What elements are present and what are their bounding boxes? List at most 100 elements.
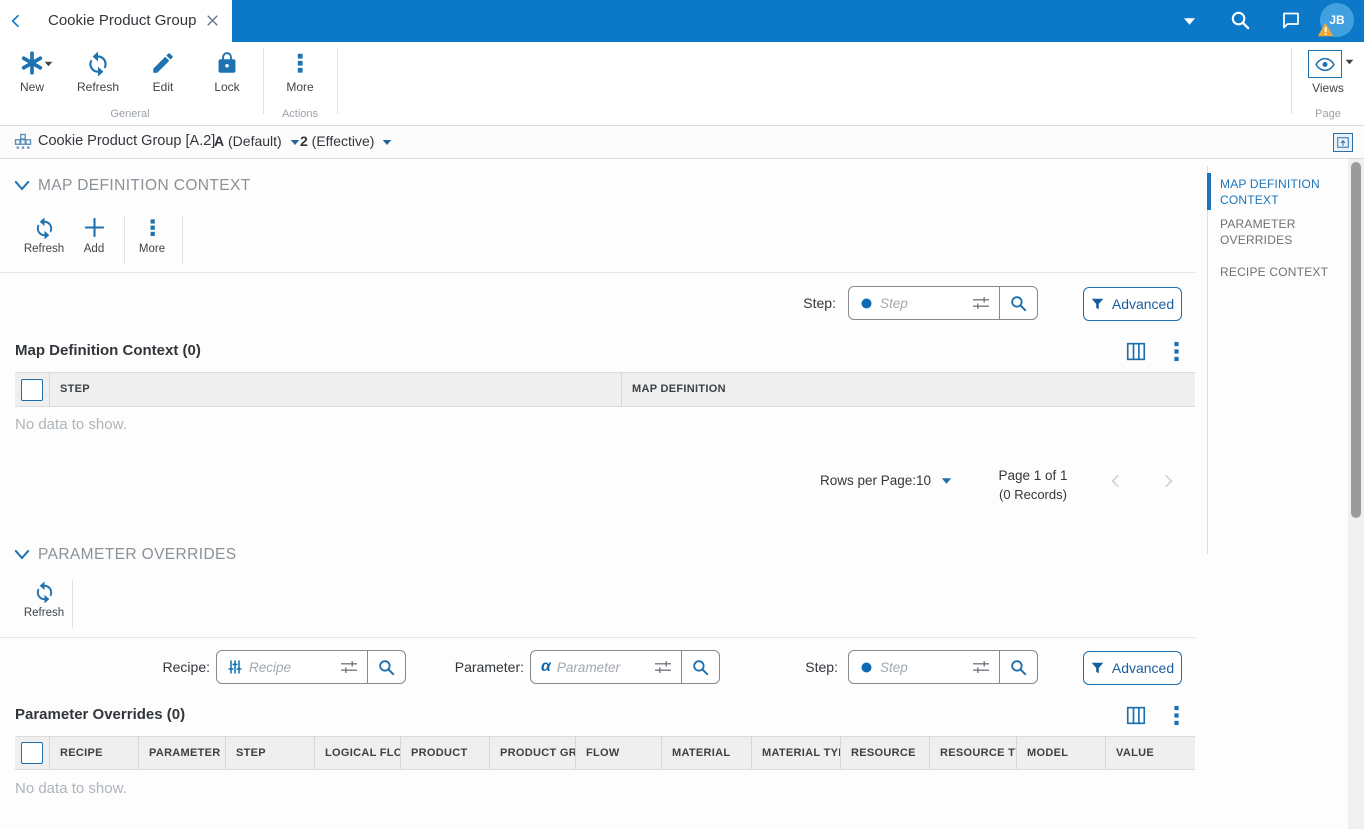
rows-per-page-dropdown[interactable]: Rows per Page:10 xyxy=(820,473,952,488)
new-label: New xyxy=(19,80,44,94)
refresh-button[interactable]: Refresh xyxy=(70,50,126,94)
filter-settings-icon[interactable] xyxy=(971,295,991,311)
nav-divider xyxy=(1207,166,1208,554)
column-header: MATERIAL TYPE xyxy=(752,737,841,769)
column-header: FLOW xyxy=(576,737,662,769)
new-dropdown-caret-icon[interactable] xyxy=(44,61,53,67)
collapse-chevron-icon[interactable] xyxy=(14,549,30,560)
map-grid-title: Map Definition Context (0) xyxy=(15,342,201,359)
new-button[interactable]: New xyxy=(6,50,58,94)
version-qualifier: (Default) xyxy=(224,133,282,149)
collapse-panel-icon[interactable] xyxy=(1333,133,1353,152)
column-header: PRODUCT xyxy=(401,737,490,769)
refresh-label: Refresh xyxy=(23,607,65,619)
column-settings-icon[interactable] xyxy=(1126,342,1146,361)
pencil-icon xyxy=(135,50,191,76)
search-icon[interactable] xyxy=(367,651,405,683)
refresh-label: Refresh xyxy=(76,80,120,94)
nav-item-recipe-context[interactable]: RECIPE CONTEXT xyxy=(1220,264,1344,280)
column-header: RESOURCE TYPE xyxy=(930,737,1017,769)
warning-icon xyxy=(1317,22,1334,37)
previous-page-icon[interactable] xyxy=(1108,473,1124,489)
column-header: VALUE xyxy=(1116,747,1154,759)
close-tab-icon[interactable] xyxy=(205,13,220,28)
step-circle-icon xyxy=(859,660,874,675)
message-icon[interactable] xyxy=(1280,10,1302,31)
search-icon[interactable] xyxy=(681,651,719,683)
map-section-title: MAP DEFINITION CONTEXT xyxy=(38,177,251,194)
lock-button[interactable]: Lock xyxy=(199,50,255,94)
step-filter-label: Step: xyxy=(805,659,838,675)
toolbar-separator xyxy=(72,580,73,628)
column-header: PRODUCT GROUP xyxy=(490,737,576,769)
param-refresh-button[interactable]: Refresh xyxy=(18,580,70,619)
select-all-checkbox[interactable] xyxy=(21,378,43,401)
nav-item-parameter-overrides[interactable]: PARAMETER OVERRIDES xyxy=(1220,216,1344,248)
step-filter-input[interactable] xyxy=(874,295,971,311)
column-header: STEP xyxy=(226,737,315,769)
rows-per-page-label: Rows per Page:10 xyxy=(820,473,932,488)
add-label: Add xyxy=(83,243,105,255)
revision-value: 2 xyxy=(300,133,308,149)
ribbon-more-button[interactable]: More xyxy=(272,50,328,94)
map-add-button[interactable]: Add xyxy=(68,216,120,255)
parameter-filter-input[interactable] xyxy=(550,659,653,675)
grid-more-icon[interactable] xyxy=(1172,341,1181,362)
ribbon-separator xyxy=(337,48,338,114)
page-tab[interactable]: Cookie Product Group xyxy=(0,0,232,42)
views-dropdown-caret-icon[interactable] xyxy=(1345,59,1354,65)
map-more-button[interactable]: More xyxy=(126,216,178,255)
collapse-chevron-icon[interactable] xyxy=(14,180,30,191)
version-dropdown[interactable]: A (Default) xyxy=(214,133,300,149)
breadcrumb: Cookie Product Group [A.2] A (Default) 2… xyxy=(0,126,1364,159)
ribbon-separator xyxy=(263,48,264,114)
column-header: MODEL xyxy=(1017,737,1106,769)
recipe-filter-input[interactable] xyxy=(243,659,339,675)
map-advanced-button[interactable]: Advanced xyxy=(1083,287,1182,321)
recipe-filter-label: Recipe: xyxy=(162,659,210,675)
views-button[interactable] xyxy=(1308,50,1342,78)
lock-icon xyxy=(199,50,255,76)
divider xyxy=(0,272,1195,273)
topbar-dropdown-caret-icon[interactable] xyxy=(1183,17,1196,26)
revision-dropdown[interactable]: 2 (Effective) xyxy=(300,133,392,149)
param-advanced-button[interactable]: Advanced xyxy=(1083,651,1182,685)
step-filter-input[interactable] xyxy=(874,659,971,675)
select-all-checkbox[interactable] xyxy=(21,742,43,764)
plus-icon xyxy=(68,216,120,239)
edit-label: Edit xyxy=(152,80,174,94)
edit-button[interactable]: Edit xyxy=(135,50,191,94)
views-label: Views xyxy=(1312,81,1344,95)
group-label-general: General xyxy=(110,108,150,120)
column-header: STEP xyxy=(50,373,622,406)
grid-more-icon[interactable] xyxy=(1172,705,1181,726)
column-header: LOGICAL FLOW xyxy=(315,737,401,769)
more-dots-icon xyxy=(272,50,328,76)
filter-settings-icon[interactable] xyxy=(971,659,991,675)
search-icon[interactable] xyxy=(999,651,1037,683)
global-search-icon[interactable] xyxy=(1229,9,1252,32)
funnel-icon xyxy=(1091,662,1104,674)
scrollbar-thumb[interactable] xyxy=(1351,162,1361,518)
refresh-label: Refresh xyxy=(23,243,65,255)
filter-settings-icon[interactable] xyxy=(339,659,359,675)
advanced-label: Advanced xyxy=(1111,296,1175,312)
search-icon[interactable] xyxy=(999,287,1037,319)
step-filter-input-group xyxy=(848,286,1038,320)
recipe-sliders-icon xyxy=(227,659,243,675)
next-page-icon[interactable] xyxy=(1160,473,1176,489)
column-header: RECIPE xyxy=(50,737,139,769)
caret-down-icon xyxy=(941,477,952,485)
more-label: More xyxy=(138,243,166,255)
column-settings-icon[interactable] xyxy=(1126,706,1146,725)
back-chevron-icon[interactable] xyxy=(8,13,24,29)
nav-item-map-definition-context[interactable]: MAP DEFINITION CONTEXT xyxy=(1220,176,1344,208)
ribbon-toolbar: New Refresh Edit Lock More General Actio… xyxy=(0,42,1364,126)
map-refresh-button[interactable]: Refresh xyxy=(18,216,70,255)
column-header: MAP DEFINITION xyxy=(632,383,726,395)
scrollbar-track[interactable] xyxy=(1348,159,1364,829)
records-count: (0 Records) xyxy=(999,487,1067,502)
caret-down-icon xyxy=(382,139,392,146)
filter-settings-icon[interactable] xyxy=(653,659,673,675)
column-header: MATERIAL xyxy=(662,737,752,769)
